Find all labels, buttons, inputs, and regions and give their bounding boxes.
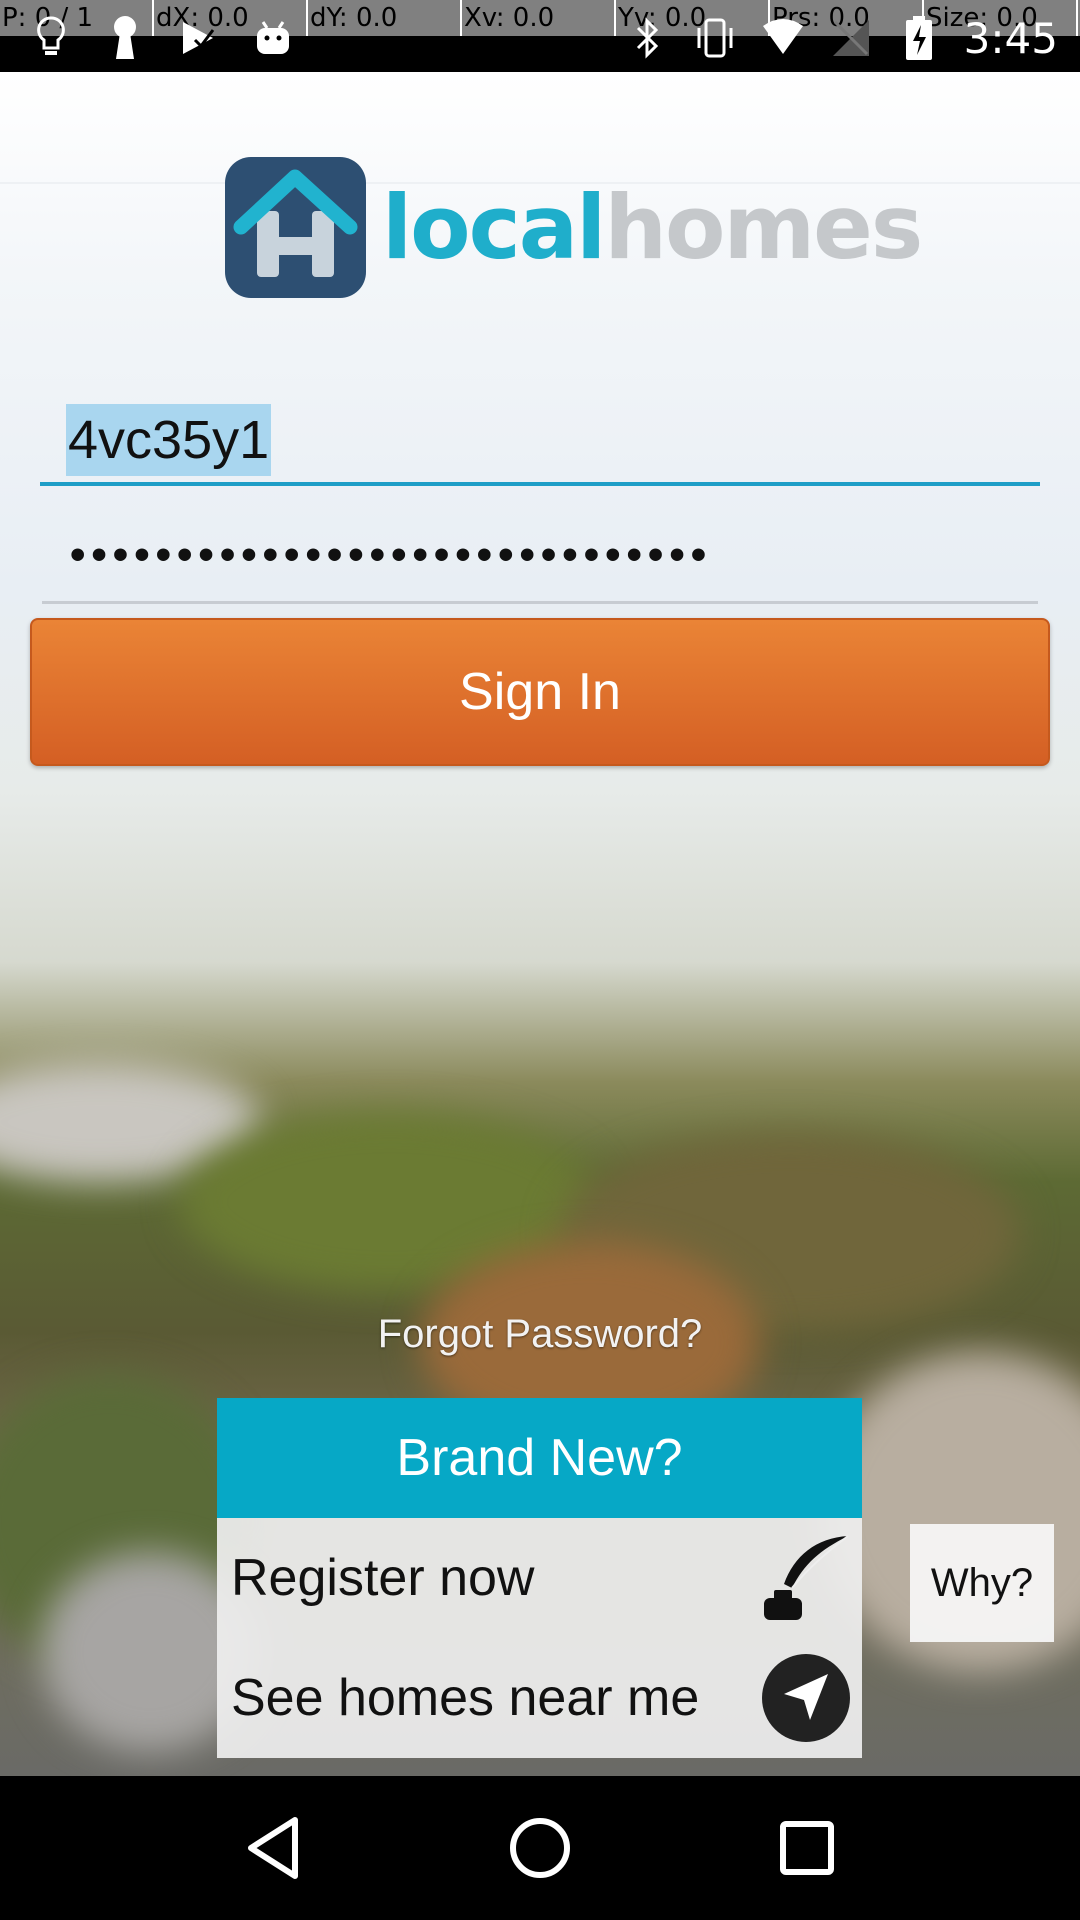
sign-in-button[interactable]: Sign In	[30, 618, 1050, 766]
navigation-arrow-icon	[760, 1652, 852, 1744]
see-homes-near-me-label: See homes near me	[231, 1669, 700, 1727]
house-logo-icon	[225, 156, 366, 298]
forgot-password-link[interactable]: Forgot Password?	[0, 1312, 1080, 1357]
status-clock: 3:45	[963, 13, 1058, 63]
register-now-button[interactable]: Register now	[217, 1518, 862, 1638]
brand-new-header: Brand New?	[217, 1398, 862, 1518]
register-now-label: Register now	[231, 1549, 535, 1607]
system-navigation-bar	[0, 1776, 1080, 1920]
username-value: 4vc35y1	[66, 404, 272, 476]
username-input[interactable]: 4vc35y1	[40, 394, 1040, 486]
sign-in-label: Sign In	[459, 663, 621, 721]
password-input[interactable]: ••••••••••••••••••••••••••••••	[42, 512, 1038, 604]
debug-xv: Xv: 0.0	[462, 0, 616, 36]
logo-word-local: local	[382, 175, 606, 279]
back-button[interactable]	[228, 1803, 318, 1893]
logo-word-homes: homes	[604, 175, 923, 279]
brand-new-title: Brand New?	[396, 1429, 683, 1487]
password-value: ••••••••••••••••••••••••••••••	[70, 530, 713, 579]
no-signal-icon	[828, 13, 874, 63]
home-button[interactable]	[495, 1803, 585, 1893]
home-icon	[509, 1818, 570, 1878]
quill-ink-icon	[760, 1532, 852, 1624]
back-icon	[248, 1817, 299, 1879]
recents-icon	[779, 1821, 834, 1875]
android-icon	[250, 13, 296, 63]
bluetooth-icon	[624, 13, 670, 63]
vibrate-icon	[692, 13, 738, 63]
see-homes-near-me-button[interactable]: See homes near me	[217, 1638, 862, 1758]
status-bar: P: 0 / 1 dX: 0.0 dY: 0.0 Xv: 0.0 Yv: 0.0…	[0, 0, 1080, 72]
keyhole-icon	[102, 13, 148, 63]
battery-charging-icon	[896, 13, 942, 63]
lightbulb-icon	[28, 13, 74, 63]
recents-button[interactable]	[762, 1803, 852, 1893]
login-screen: localhomes 4vc35y1 •••••••••••••••••••••…	[0, 72, 1080, 1776]
why-button[interactable]: Why?	[910, 1524, 1054, 1642]
wifi-icon	[760, 13, 806, 63]
logo-wordmark: localhomes	[382, 175, 923, 279]
why-label: Why?	[930, 1560, 1034, 1605]
app-logo: localhomes	[223, 152, 923, 302]
play-store-icon	[176, 13, 222, 63]
debug-dy: dY: 0.0	[308, 0, 462, 36]
